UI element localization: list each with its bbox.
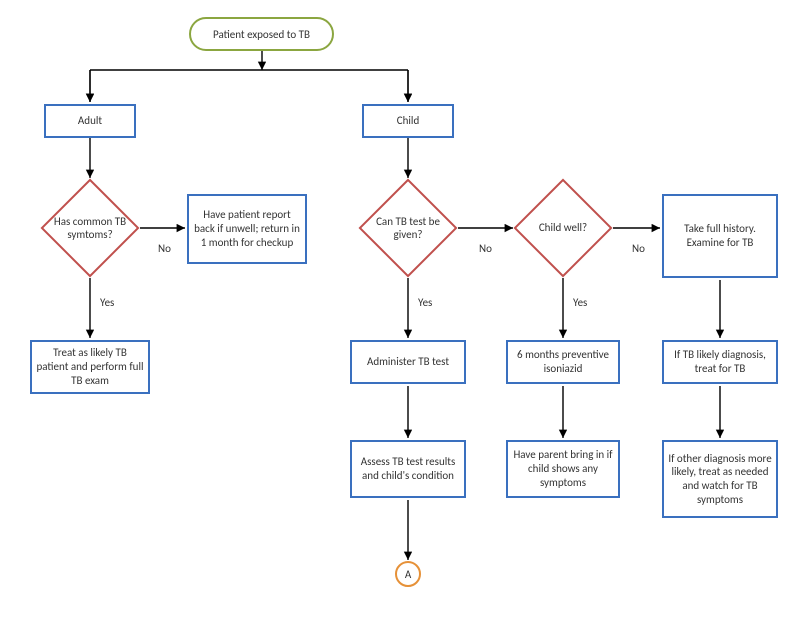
decision-test-given-label: Can TB test be given? (368, 215, 448, 241)
node-treat-adult-label: Treat as likely TB patient and perform f… (36, 346, 144, 387)
node-other-diagnosis-label: If other diagnosis more likely, treat as… (668, 452, 772, 507)
flowchart-edges (0, 0, 800, 638)
node-if-tb-likely: If TB likely diagnosis, treat for TB (662, 340, 778, 384)
node-child: Child (362, 104, 454, 138)
node-other-diagnosis: If other diagnosis more likely, treat as… (662, 440, 778, 518)
connector-a: A (395, 561, 421, 587)
node-child-label: Child (397, 114, 419, 128)
decision-child-well: Child well? (513, 178, 613, 278)
node-assess-results: Assess TB test results and child's condi… (350, 440, 466, 498)
decision-has-symptoms-label: Has common TB symtoms? (50, 215, 130, 241)
decision-test-given: Can TB test be given? (358, 178, 458, 278)
edge-label-no: No (632, 242, 645, 255)
edge-label-yes: Yes (573, 296, 587, 309)
node-isoniazid: 6 months preventive isoniazid (506, 340, 620, 384)
edge-label-yes: Yes (100, 296, 114, 309)
node-parent-bring-in: Have parent bring in if child shows any … (506, 440, 620, 498)
flowchart-canvas: Patient exposed to TB Adult Child Has co… (0, 0, 800, 638)
node-administer-test-label: Administer TB test (367, 355, 449, 369)
start-node: Patient exposed to TB (189, 17, 334, 51)
node-treat-adult: Treat as likely TB patient and perform f… (30, 340, 150, 394)
node-adult-label: Adult (78, 114, 102, 128)
connector-a-label: A (405, 568, 411, 581)
node-if-tb-likely-label: If TB likely diagnosis, treat for TB (668, 348, 772, 376)
node-take-history: Take full history. Examine for TB (662, 194, 778, 278)
node-take-history-label: Take full history. Examine for TB (668, 222, 772, 250)
edge-label-no: No (158, 242, 171, 255)
node-adult: Adult (44, 104, 136, 138)
start-label: Patient exposed to TB (213, 28, 310, 41)
decision-has-symptoms: Has common TB symtoms? (40, 178, 140, 278)
node-isoniazid-label: 6 months preventive isoniazid (512, 348, 614, 376)
edge-label-no: No (479, 242, 492, 255)
decision-child-well-label: Child well? (523, 221, 603, 234)
node-assess-results-label: Assess TB test results and child's condi… (356, 455, 460, 483)
node-report-back-label: Have patient report back if unwell; retu… (193, 208, 301, 249)
node-report-back: Have patient report back if unwell; retu… (187, 194, 307, 264)
edge-label-yes: Yes (418, 296, 432, 309)
node-administer-test: Administer TB test (350, 340, 466, 384)
node-parent-bring-in-label: Have parent bring in if child shows any … (512, 448, 614, 489)
